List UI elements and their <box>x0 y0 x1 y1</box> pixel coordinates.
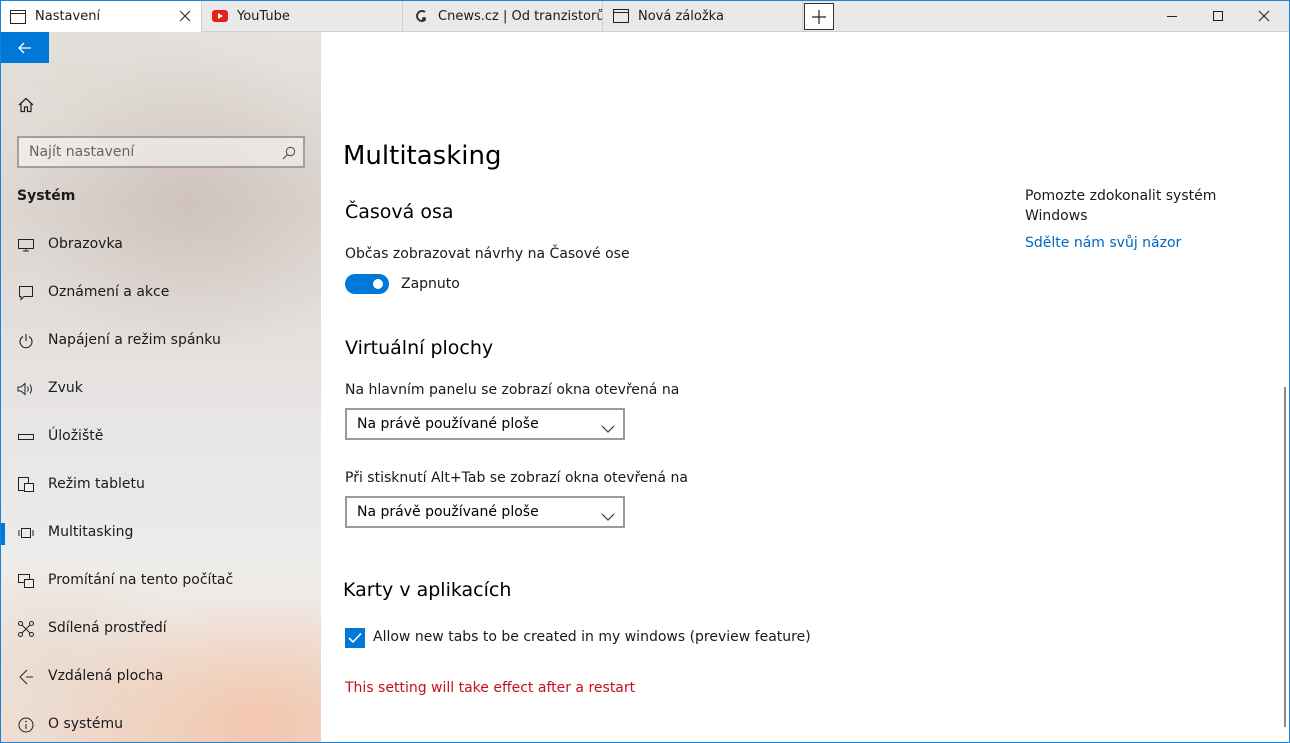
alttab-windows-label: Při stisknutí Alt+Tab se zobrazí okna ot… <box>345 470 688 486</box>
search-input[interactable] <box>19 138 274 166</box>
sidebar-item-label: Zvuk <box>48 380 83 396</box>
remote-icon <box>17 669 34 685</box>
sidebar-item-oznameni[interactable]: Oznámení a akce <box>0 273 321 313</box>
section-heading-timeline: Časová osa <box>345 201 454 223</box>
taskbar-windows-dropdown[interactable]: Na právě používané ploše <box>345 408 625 440</box>
allow-tabs-label: Allow new tabs to be created in my windo… <box>373 629 811 645</box>
sidebar-item-label: Oznámení a akce <box>48 284 170 300</box>
timeline-toggle[interactable] <box>345 274 389 294</box>
sidebar-item-sdilena[interactable]: Sdílená prostředí <box>0 609 321 649</box>
allow-tabs-checkbox[interactable] <box>345 628 365 648</box>
sidebar-item-label: Promítání na tento počítač <box>48 572 234 588</box>
sidebar-item-rezim-tabletu[interactable]: Režim tabletu <box>0 465 321 505</box>
toggle-state-label: Zapnuto <box>401 276 460 292</box>
dropdown-value: Na právě používané ploše <box>357 504 539 520</box>
shared-icon <box>17 621 34 637</box>
toggle-knob <box>373 279 383 289</box>
window-icon <box>613 8 629 24</box>
sidebar-item-promitani[interactable]: Promítání na tento počítač <box>0 561 321 601</box>
tab-strip: Nastavení YouTube Cnews.cz | Od tranzist… <box>0 0 1290 33</box>
timeline-suggestions-label: Občas zobrazovat návrhy na Časové ose <box>345 246 630 262</box>
window-icon <box>10 9 26 25</box>
tab-label: Cnews.cz | Od tranzistorů až <box>438 8 602 24</box>
storage-icon <box>17 429 34 445</box>
alttab-windows-dropdown[interactable]: Na právě používané ploše <box>345 496 625 528</box>
sidebar-item-label: Obrazovka <box>48 236 123 252</box>
tab-cnews[interactable]: Cnews.cz | Od tranzistorů až <box>403 0 603 32</box>
back-button[interactable] <box>1 32 49 63</box>
sidebar-item-multitasking[interactable]: Multitasking <box>0 513 321 553</box>
taskbar-windows-label: Na hlavním panelu se zobrazí okna otevře… <box>345 382 680 398</box>
chevron-down-icon <box>601 507 615 521</box>
power-icon <box>17 333 34 349</box>
sidebar-item-label: Multitasking <box>48 524 134 540</box>
close-icon <box>1258 10 1270 22</box>
multitasking-icon <box>17 525 34 541</box>
monitor-icon <box>17 237 34 253</box>
minimize-button[interactable] <box>1149 0 1195 32</box>
tab-new[interactable]: Nová záložka <box>603 0 803 32</box>
tab-youtube[interactable]: YouTube <box>202 0 403 32</box>
minimize-icon <box>1167 16 1177 17</box>
sidebar-item-uloziste[interactable]: Úložiště <box>0 417 321 457</box>
help-text: Pomozte zdokonalit systém Windows <box>1025 188 1217 224</box>
feedback-link[interactable]: Sdělte nám svůj názor <box>1025 235 1181 251</box>
sidebar-section-heading: Systém <box>17 188 76 204</box>
dropdown-value: Na právě používané ploše <box>357 416 539 432</box>
notification-icon <box>17 285 34 301</box>
sidebar-item-vzdalena[interactable]: Vzdálená plocha <box>0 657 321 697</box>
tab-label: YouTube <box>237 8 290 24</box>
sidebar-item-napajeni[interactable]: Napájení a režim spánku <box>0 321 321 361</box>
tablet-icon <box>17 477 34 493</box>
tab-label: Nastavení <box>35 9 101 24</box>
sidebar-item-label: Vzdálená plocha <box>48 668 164 684</box>
cnews-icon <box>413 8 429 24</box>
close-tab-icon[interactable] <box>177 8 193 24</box>
sidebar-item-label: O systému <box>48 716 123 732</box>
restart-warning: This setting will take effect after a re… <box>345 680 636 696</box>
section-heading-app-tabs: Karty v aplikacích <box>343 579 512 601</box>
tab-settings[interactable]: Nastavení <box>0 0 202 33</box>
back-arrow-icon <box>18 42 31 53</box>
home-icon[interactable] <box>17 96 35 114</box>
info-icon <box>17 717 34 733</box>
projection-icon <box>17 573 34 589</box>
youtube-icon <box>212 8 228 24</box>
sidebar-item-label: Úložiště <box>48 428 104 444</box>
sidebar-item-label: Napájení a režim spánku <box>48 332 221 348</box>
sidebar-item-o-systemu[interactable]: O systému <box>0 705 321 743</box>
scrollbar[interactable] <box>1284 387 1286 727</box>
chevron-down-icon <box>601 419 615 433</box>
maximize-button[interactable] <box>1195 0 1241 32</box>
checkmark-icon <box>348 632 362 644</box>
sidebar-item-label: Režim tabletu <box>48 476 145 492</box>
speaker-icon <box>17 381 34 397</box>
new-tab-button[interactable] <box>804 3 834 30</box>
search-box[interactable] <box>17 136 305 168</box>
tab-label: Nová záložka <box>638 8 724 24</box>
sidebar-item-zvuk[interactable]: Zvuk <box>0 369 321 409</box>
sidebar-item-obrazovka[interactable]: Obrazovka <box>0 225 321 265</box>
search-icon[interactable] <box>282 145 296 160</box>
maximize-icon <box>1213 11 1223 21</box>
sidebar-item-label: Sdílená prostředí <box>48 620 167 636</box>
section-heading-virtual-desktops: Virtuální plochy <box>345 337 494 359</box>
page-title: Multitasking <box>343 141 502 171</box>
plus-icon <box>812 9 826 24</box>
close-window-button[interactable] <box>1241 0 1287 32</box>
